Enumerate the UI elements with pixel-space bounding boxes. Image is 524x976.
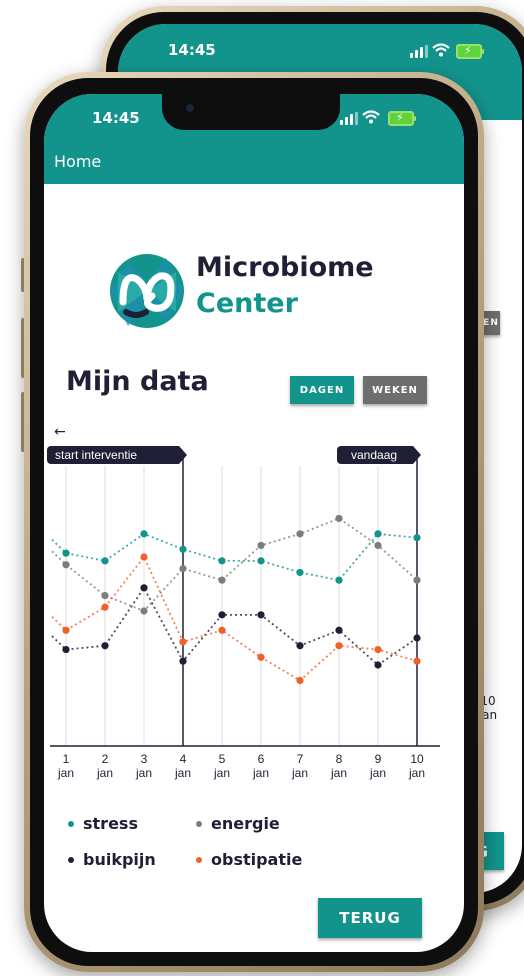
point-stress xyxy=(179,545,187,553)
point-stress xyxy=(413,534,421,542)
wifi-icon xyxy=(362,110,380,124)
point-stress xyxy=(140,530,148,538)
back-status-time: 14:45 xyxy=(168,41,216,59)
point-energie xyxy=(413,576,421,584)
legend-dot xyxy=(196,856,202,863)
point-energie xyxy=(335,514,343,523)
x-tick-number: 5 xyxy=(219,752,226,766)
x-tick-number: 10 xyxy=(410,752,424,766)
point-buikpijn xyxy=(296,642,304,650)
point-buikpijn xyxy=(101,642,109,650)
signal-icon xyxy=(410,45,428,58)
legend-dot xyxy=(68,856,74,863)
x-tick-unit: jan xyxy=(330,766,347,780)
x-tick-number: 1 xyxy=(63,752,70,766)
annotation-label: start interventie xyxy=(55,448,137,462)
x-tick-number: 2 xyxy=(102,752,109,766)
x-tick-unit: jan xyxy=(369,766,386,780)
point-energie xyxy=(218,576,226,584)
series-line-stress xyxy=(51,532,418,582)
legend-label: obstipatie xyxy=(211,850,303,869)
legend-item-stress: stress xyxy=(68,814,138,833)
days-toggle-button[interactable]: DAGEN xyxy=(290,376,354,404)
legend-label: stress xyxy=(83,814,138,833)
point-obstipatie xyxy=(179,638,187,646)
point-stress xyxy=(335,576,343,584)
point-obstipatie xyxy=(335,642,343,650)
series-line-buikpijn xyxy=(51,586,418,667)
legend-dot xyxy=(68,820,74,827)
point-stress xyxy=(374,530,382,538)
legend-item-buikpijn: buikpijn xyxy=(68,850,156,869)
x-tick-unit: jan xyxy=(96,766,113,780)
point-obstipatie xyxy=(140,553,148,561)
point-energie xyxy=(257,541,265,550)
data-chart: start interventie vandaag←1jan2jan3jan4ja… xyxy=(47,424,440,780)
status-time: 14:45 xyxy=(92,109,140,127)
x-tick-number: 8 xyxy=(336,752,343,766)
point-buikpijn xyxy=(179,657,187,665)
legend-item-obstipatie: obstipatie xyxy=(196,850,302,869)
x-tick-unit: jan xyxy=(57,766,74,780)
x-tick-number: 7 xyxy=(297,752,304,766)
x-tick-unit: jan xyxy=(291,766,308,780)
legend-dot xyxy=(196,820,202,827)
legend-label: energie xyxy=(211,814,280,833)
point-stress xyxy=(101,557,109,565)
brand-name-top: Microbiome xyxy=(196,252,374,283)
point-stress xyxy=(296,568,304,577)
point-energie xyxy=(179,564,187,573)
app-bar-title[interactable]: Home xyxy=(54,152,101,171)
point-stress xyxy=(218,557,226,565)
point-buikpijn xyxy=(335,626,343,634)
annotation-label: vandaag xyxy=(351,448,397,462)
x-tick-unit: jan xyxy=(252,766,269,780)
x-tick-number: 9 xyxy=(375,752,382,766)
legend-label: buikpijn xyxy=(83,850,156,869)
back-button[interactable]: TERUG xyxy=(318,898,422,938)
point-obstipatie xyxy=(413,657,421,665)
back-arrow-icon: ← xyxy=(54,424,66,440)
weeks-toggle-button[interactable]: WEKEN xyxy=(363,376,427,404)
x-tick-unit: jan xyxy=(213,766,230,780)
point-energie xyxy=(374,541,382,550)
x-tick-number: 4 xyxy=(180,752,187,766)
point-obstipatie xyxy=(374,645,382,654)
x-tick-unit: jan xyxy=(174,766,191,780)
x-tick-unit: jan xyxy=(135,766,152,780)
signal-icon xyxy=(340,112,358,125)
wifi-icon xyxy=(432,43,450,57)
x-tick-number: 3 xyxy=(141,752,148,766)
point-energie xyxy=(140,607,148,615)
brand-name-bottom: Center xyxy=(196,288,298,319)
point-energie xyxy=(296,530,304,538)
point-stress xyxy=(62,549,70,557)
point-obstipatie xyxy=(257,653,265,661)
point-energie xyxy=(101,591,109,600)
page-title: Mijn data xyxy=(66,366,209,397)
app-bar: Home xyxy=(44,144,464,184)
notch xyxy=(162,94,340,130)
point-energie xyxy=(62,561,70,569)
point-buikpijn xyxy=(413,634,421,642)
point-obstipatie xyxy=(62,626,70,634)
point-obstipatie xyxy=(296,676,304,685)
battery-charging-icon: ⚡ xyxy=(456,44,484,59)
legend-item-energie: energie xyxy=(196,814,280,833)
series-line-obstipatie xyxy=(51,555,418,682)
point-buikpijn xyxy=(62,645,70,654)
x-tick-unit: jan xyxy=(408,766,425,780)
front-phone: 14:45 ⚡ Home Microbiome Center Mijn data… xyxy=(24,72,484,972)
x-tick-number: 6 xyxy=(258,752,265,766)
point-obstipatie xyxy=(218,626,226,634)
microbiome-logo xyxy=(110,254,184,328)
point-buikpijn xyxy=(374,661,382,669)
battery-charging-icon: ⚡ xyxy=(388,111,416,126)
point-buikpijn xyxy=(140,584,148,592)
point-buikpijn xyxy=(257,611,265,619)
point-stress xyxy=(257,557,265,565)
point-obstipatie xyxy=(101,603,109,611)
point-buikpijn xyxy=(218,611,226,619)
